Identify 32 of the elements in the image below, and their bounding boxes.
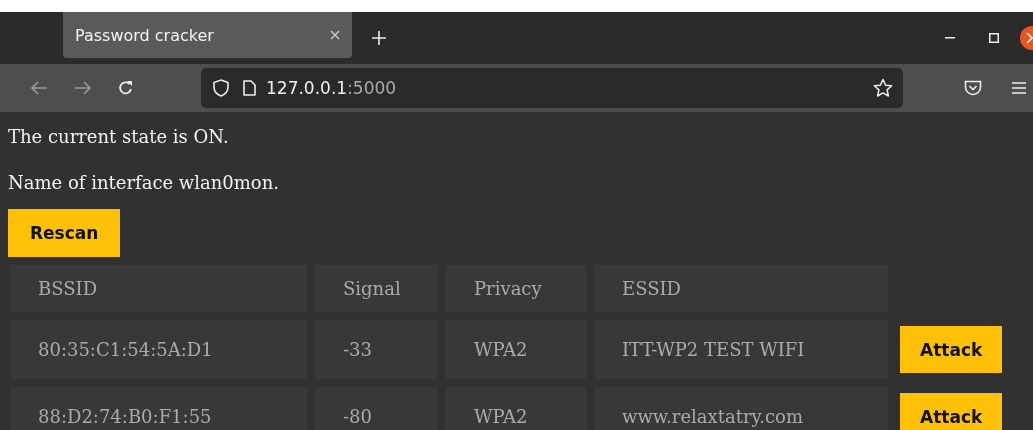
attack-button[interactable]: Attack: [900, 326, 1003, 373]
shield-icon[interactable]: [213, 79, 229, 97]
rescan-button[interactable]: Rescan: [8, 209, 121, 257]
attack-button[interactable]: Attack: [900, 393, 1003, 430]
page-icon: [243, 80, 256, 96]
plus-icon[interactable]: [372, 31, 386, 45]
column-header: BSSID: [10, 265, 307, 312]
interface-text: Name of interface wlan0mon.: [8, 172, 280, 194]
table-cell: -80: [315, 387, 438, 430]
maximize-icon[interactable]: [989, 33, 999, 43]
column-header: Signal: [315, 265, 438, 312]
back-icon[interactable]: [30, 81, 48, 95]
url-text: 127.0.0.1:5000: [266, 78, 397, 98]
table-cell: 80:35:C1:54:5A:D1: [10, 320, 307, 379]
pocket-icon[interactable]: [964, 80, 982, 96]
address-bar[interactable]: 127.0.0.1:5000: [201, 68, 903, 108]
minimize-icon[interactable]: [945, 37, 955, 39]
menu-icon[interactable]: [1012, 81, 1026, 95]
table-cell: www.relaxtatry.com: [594, 387, 888, 430]
column-header: Privacy: [446, 265, 586, 312]
forward-icon[interactable]: [74, 81, 92, 95]
table-cell: WPA2: [446, 320, 586, 379]
table-cell: -33: [315, 320, 438, 379]
browser-tab[interactable]: Password cracker: [63, 12, 352, 58]
star-icon[interactable]: [873, 78, 893, 98]
table-cell: 88:D2:74:B0:F1:55: [10, 387, 307, 430]
table-cell: ITT-WP2 TEST WIFI: [594, 320, 888, 379]
table-cell: WPA2: [446, 387, 586, 430]
reload-icon[interactable]: [118, 80, 134, 96]
close-icon[interactable]: [1020, 26, 1033, 50]
status-text: The current state is ON.: [8, 126, 230, 148]
column-header: ESSID: [594, 265, 888, 312]
